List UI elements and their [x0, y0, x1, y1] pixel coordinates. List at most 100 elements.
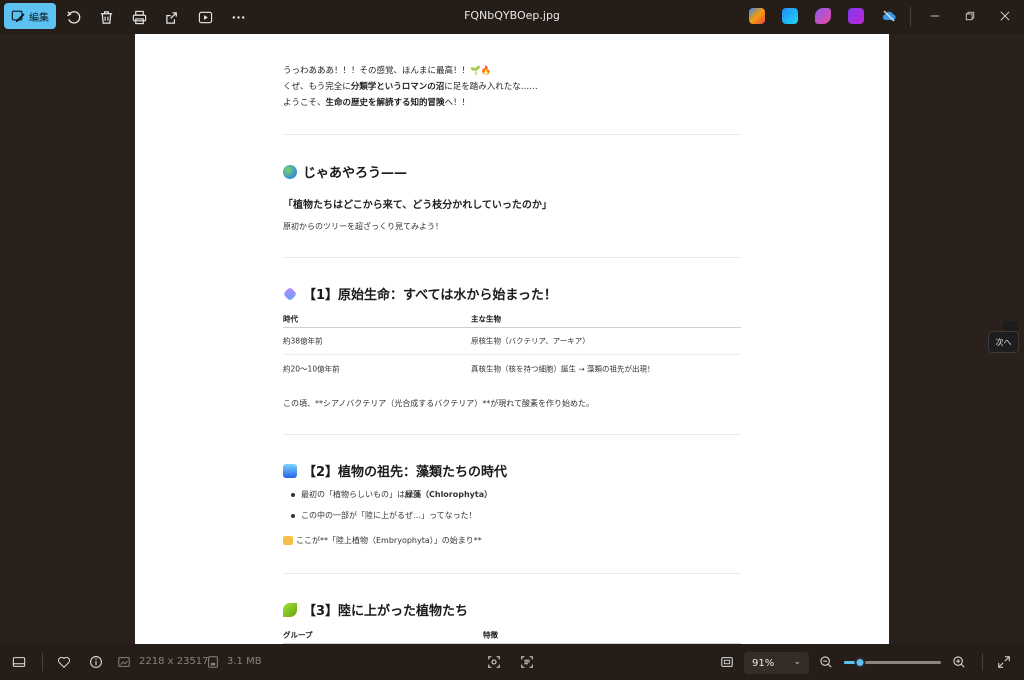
restore-icon — [965, 11, 975, 21]
visual-search-button[interactable] — [485, 653, 503, 671]
share-button[interactable] — [161, 6, 183, 28]
intro-line-3: ようこそ、生命の歴史を解読する知的冒険へ！！ — [283, 98, 471, 108]
zoom-level: 91% — [752, 657, 775, 669]
visual-search-icon — [488, 656, 500, 668]
dna-icon — [282, 286, 298, 301]
photo-editor-icon[interactable] — [782, 8, 798, 24]
zoom-out-icon — [820, 656, 832, 668]
close-button[interactable] — [990, 4, 1020, 28]
next-button[interactable]: 次へ — [988, 331, 1019, 353]
edit-button-label: 編集 — [29, 12, 49, 24]
close-icon — [1000, 11, 1010, 21]
list-item: 最初の「植物らしいもの」は緑藻（Chlorophyta） — [291, 487, 492, 508]
intro-block: うっわあああ！！！その感覚、ほんまに最高！！🌱🔥 くぜ、もう完全に分類学というロ… — [283, 63, 538, 111]
table-cell: 原核生物（バクテリア、アーキア） — [471, 336, 590, 346]
zoom-slider[interactable] — [844, 657, 941, 668]
section-note: この頃、**シアノバクテリア（光合成するバクテリア）**が現れて酸素を作り始めた… — [283, 399, 595, 408]
slideshow-button[interactable] — [194, 6, 216, 28]
print-button[interactable] — [128, 6, 150, 28]
wave-icon — [283, 463, 297, 478]
divider — [42, 653, 43, 671]
minimize-button[interactable] — [920, 4, 950, 28]
designer-icon[interactable] — [815, 8, 831, 24]
play-icon — [198, 11, 212, 23]
delete-button[interactable] — [95, 6, 117, 28]
section-subtext: 原初からのツリーを超ざっくり見てみよう！ — [283, 222, 443, 231]
table-header: グループ — [283, 630, 313, 639]
copilot-icon[interactable] — [749, 8, 765, 24]
table-header-row: 時代 主な生物 — [283, 310, 741, 328]
more-options-button[interactable] — [227, 6, 249, 28]
section-quote: 「植物たちはどこから来て、どう枝分かれしていったのか」 — [283, 200, 552, 211]
zoom-slider-thumb[interactable] — [854, 657, 866, 668]
table-cell: 真核生物（核を持つ細胞）誕生 → 藻類の祖先が出現！ — [471, 364, 655, 373]
file-size-icon — [206, 653, 220, 671]
divider — [982, 653, 983, 671]
restore-button[interactable] — [955, 4, 985, 28]
intro-line-2: くぜ、もう完全に分類学というロマンの沼に足を踏み入れたな…… — [283, 82, 538, 92]
dimensions-icon — [117, 653, 131, 671]
window-title: FQNbQYBOep.jpg — [464, 9, 560, 22]
section-heading: 【2】植物の祖先：藻類たちの時代 — [283, 461, 507, 480]
title-bar: 編集 FQNbQYBOep.jpg — [0, 0, 1024, 34]
info-icon — [90, 656, 102, 668]
zoom-out-button[interactable] — [817, 653, 835, 671]
table-header: 時代 — [283, 314, 298, 323]
list-item: この中の一部が「陸に上がるぜ…」ってなった！ — [291, 508, 492, 529]
heart-icon — [58, 656, 70, 668]
table-cell: 約20〜10億年前 — [283, 364, 340, 373]
filmstrip-button[interactable] — [10, 653, 28, 671]
filmstrip-icon — [12, 657, 26, 667]
section-heading: 【3】陸に上がった植物たち — [283, 600, 468, 619]
file-size: 3.1 MB — [227, 656, 262, 667]
table-row: 約38億年前 原核生物（バクテリア、アーキア） — [283, 328, 741, 355]
fit-window-icon — [721, 657, 733, 667]
divider — [283, 573, 741, 574]
table-header-row: グループ 特徴 — [283, 626, 741, 644]
table-row: 約20〜10億年前 真核生物（核を持つ細胞）誕生 → 藻類の祖先が出現！ — [283, 355, 741, 382]
minimize-icon — [930, 15, 940, 17]
plant-icon — [283, 602, 297, 617]
share-icon — [165, 11, 177, 24]
divider — [283, 134, 741, 135]
next-button-tab — [1003, 321, 1019, 331]
fit-to-window-button[interactable] — [718, 653, 736, 671]
zoom-in-icon — [953, 656, 965, 668]
globe-icon — [283, 164, 297, 179]
image-canvas[interactable]: うっわあああ！！！その感覚、ほんまに最高！！🌱🔥 くぜ、もう完全に分類学というロ… — [135, 34, 889, 644]
table-header: 特徴 — [483, 630, 498, 639]
section-note: ここが**「陸上植物（Embryophyta）」の始まり** — [283, 535, 482, 546]
divider — [910, 7, 911, 27]
divider — [283, 257, 741, 258]
onedrive-icon[interactable] — [881, 8, 897, 24]
file-info-button[interactable] — [87, 653, 105, 671]
table-cell: 約38億年前 — [283, 336, 323, 346]
edit-image-icon — [11, 10, 25, 23]
zoom-in-button[interactable] — [950, 653, 968, 671]
intro-line-1: うっわあああ！！！その感覚、ほんまに最高！！🌱🔥 — [283, 66, 492, 76]
group-table: グループ 特徴 — [283, 626, 741, 644]
rotate-icon — [66, 10, 80, 24]
image-dimensions: 2218 x 23517 — [139, 656, 209, 667]
rotate-button[interactable] — [62, 6, 84, 28]
fullscreen-icon — [998, 656, 1010, 668]
fullscreen-button[interactable] — [995, 653, 1013, 671]
clipchamp-icon[interactable] — [848, 8, 864, 24]
text-scan-button[interactable] — [518, 653, 536, 671]
more-icon — [232, 15, 244, 19]
section-heading: 【1】原始生命：すべては水から始まった！ — [282, 284, 557, 303]
pointing-hand-icon — [283, 536, 293, 545]
bullet-list: 最初の「植物らしいもの」は緑藻（Chlorophyta） この中の一部が「陸に上… — [291, 487, 492, 529]
chevron-down-icon: ⌄ — [793, 657, 801, 667]
section-heading: じゃあやろう—— — [283, 162, 407, 181]
bottom-bar: 2218 x 23517 3.1 MB 91% ⌄ — [0, 644, 1024, 680]
trash-icon — [100, 10, 112, 24]
divider — [283, 434, 741, 435]
table-header: 主な生物 — [471, 314, 501, 323]
zoom-select[interactable]: 91% ⌄ — [744, 652, 809, 674]
text-scan-icon — [521, 656, 533, 668]
printer-icon — [132, 10, 146, 24]
era-table: 時代 主な生物 約38億年前 原核生物（バクテリア、アーキア） 約20〜10億年… — [283, 310, 741, 382]
favorite-button[interactable] — [55, 653, 73, 671]
edit-button[interactable]: 編集 — [4, 3, 56, 29]
